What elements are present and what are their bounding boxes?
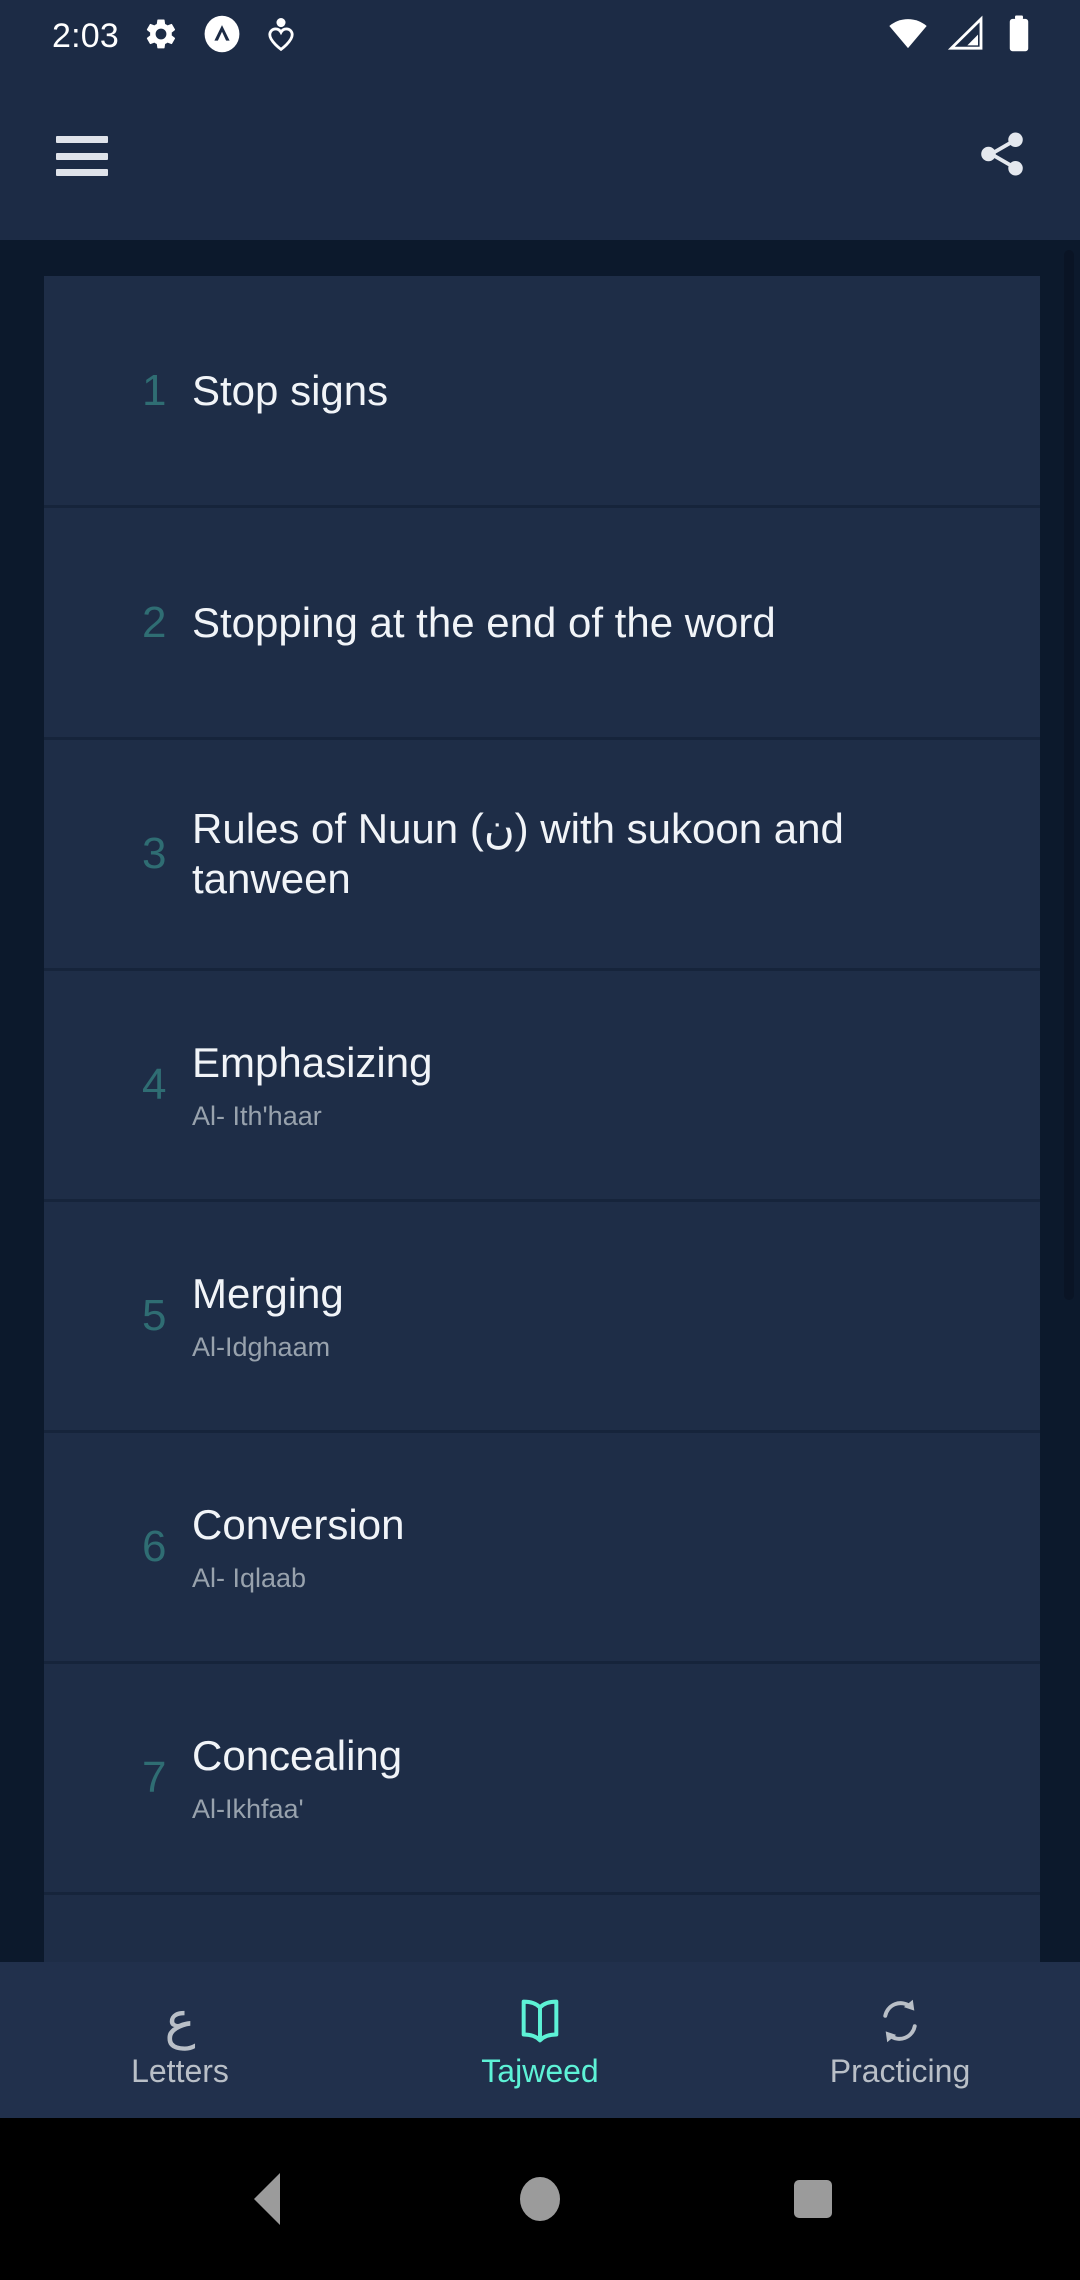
status-bar-clock: 2:03 bbox=[52, 17, 119, 55]
cellular-signal-icon bbox=[946, 14, 986, 59]
list-item-number: 4 bbox=[142, 1060, 167, 1109]
list-item-subtitle: Al- Ith'haar bbox=[192, 1100, 322, 1131]
list-item-number: 6 bbox=[142, 1522, 167, 1571]
tab-tajweed[interactable]: Tajweed bbox=[360, 1993, 720, 2087]
list-item-number: 3 bbox=[142, 829, 167, 878]
list-item-body: Stopping at the end of the word bbox=[192, 598, 836, 648]
battery-icon bbox=[1004, 14, 1034, 59]
status-bar-left: 2:03 bbox=[52, 15, 297, 58]
list-item-title: Rules of Nuun (ن) with sukoon and tanwee… bbox=[192, 805, 844, 902]
sync-refresh-icon bbox=[874, 1993, 926, 2049]
tab-practicing[interactable]: Practicing bbox=[720, 1993, 1080, 2087]
list-item-title: Concealing bbox=[192, 1732, 403, 1780]
tab-tajweed-label: Tajweed bbox=[481, 2053, 599, 2089]
list-item[interactable]: 5 Merging Al-Idghaam bbox=[44, 1202, 1040, 1433]
list-item-body: Merging Al-Idghaam bbox=[192, 1269, 404, 1363]
list-item-subtitle: Al-Ikhfaa' bbox=[192, 1793, 304, 1824]
share-icon bbox=[973, 125, 1031, 188]
app-logo-icon bbox=[203, 15, 241, 58]
list-item-body: Emphasizing Al- Ith'haar bbox=[192, 1038, 492, 1132]
back-triangle-icon bbox=[253, 2173, 280, 2225]
tajweed-lesson-list[interactable]: 1 Stop signs 2 Stopping at the end of th… bbox=[0, 240, 1080, 1962]
list-item-number: 5 bbox=[142, 1291, 167, 1340]
android-system-nav bbox=[0, 2118, 1080, 2280]
list-item-title: Conversion bbox=[192, 1501, 405, 1549]
tab-letters-label: Letters bbox=[131, 2053, 229, 2089]
list-item[interactable]: 6 Conversion Al- Iqlaab bbox=[44, 1433, 1040, 1664]
list-item-number: 1 bbox=[142, 365, 167, 415]
scrollbar-thumb[interactable] bbox=[1064, 250, 1074, 1300]
recents-square-icon bbox=[794, 2180, 833, 2218]
list-item-body: Rules of Nuun (ن) with sukoon and tanwee… bbox=[192, 804, 1040, 903]
list-item-subtitle: Al-Idghaam bbox=[192, 1331, 331, 1362]
list-item-number: 7 bbox=[142, 1753, 167, 1802]
list-item-body: Conversion Al- Iqlaab bbox=[192, 1500, 464, 1594]
list-item-partial[interactable] bbox=[44, 1895, 1040, 1962]
list-item[interactable]: 2 Stopping at the end of the word bbox=[44, 508, 1040, 740]
app-screen: 2:03 1 Stop signs 2 Stopping at the end … bbox=[0, 0, 1080, 2280]
hamburger-menu-icon[interactable] bbox=[56, 136, 108, 176]
list-inner: 1 Stop signs 2 Stopping at the end of th… bbox=[44, 276, 1040, 1962]
open-book-icon bbox=[512, 1993, 568, 2049]
wifi-icon bbox=[888, 14, 928, 59]
list-item[interactable]: 7 Concealing Al-Ikhfaa' bbox=[44, 1664, 1040, 1895]
heart-person-icon bbox=[265, 16, 297, 57]
tab-practicing-label: Practicing bbox=[829, 2053, 971, 2089]
list-item-body: Stop signs bbox=[192, 366, 448, 416]
hamburger-bar bbox=[56, 152, 108, 160]
list-item-title: Stop signs bbox=[192, 366, 389, 414]
recents-button[interactable] bbox=[768, 2154, 858, 2244]
app-bar bbox=[0, 72, 1080, 240]
list-item-subtitle: Al- Iqlaab bbox=[192, 1562, 307, 1593]
back-button[interactable] bbox=[222, 2154, 312, 2244]
share-button[interactable] bbox=[972, 126, 1032, 186]
list-item-title: Merging bbox=[192, 1270, 344, 1318]
tab-letters[interactable]: ع Letters bbox=[0, 1993, 360, 2087]
list-item-number: 2 bbox=[142, 597, 167, 647]
bottom-navigation: ع Letters Tajweed Practicing bbox=[0, 1962, 1080, 2118]
status-bar: 2:03 bbox=[0, 0, 1080, 72]
arabic-ain-letter-icon: ع bbox=[164, 1992, 196, 2050]
hamburger-bar bbox=[56, 169, 108, 176]
status-bar-right bbox=[888, 14, 1050, 59]
list-item[interactable]: 3 Rules of Nuun (ن) with sukoon and tanw… bbox=[44, 740, 1040, 971]
gear-icon bbox=[143, 16, 179, 57]
list-item[interactable]: 1 Stop signs bbox=[44, 276, 1040, 508]
hamburger-bar bbox=[56, 136, 108, 143]
list-item-body: Concealing Al-Ikhfaa' bbox=[192, 1731, 462, 1825]
home-button[interactable] bbox=[495, 2154, 585, 2244]
home-circle-icon bbox=[519, 2177, 560, 2221]
list-item-title: Stopping at the end of the word bbox=[192, 598, 776, 646]
list-item[interactable]: 4 Emphasizing Al- Ith'haar bbox=[44, 971, 1040, 1202]
list-item-title: Emphasizing bbox=[192, 1039, 433, 1087]
